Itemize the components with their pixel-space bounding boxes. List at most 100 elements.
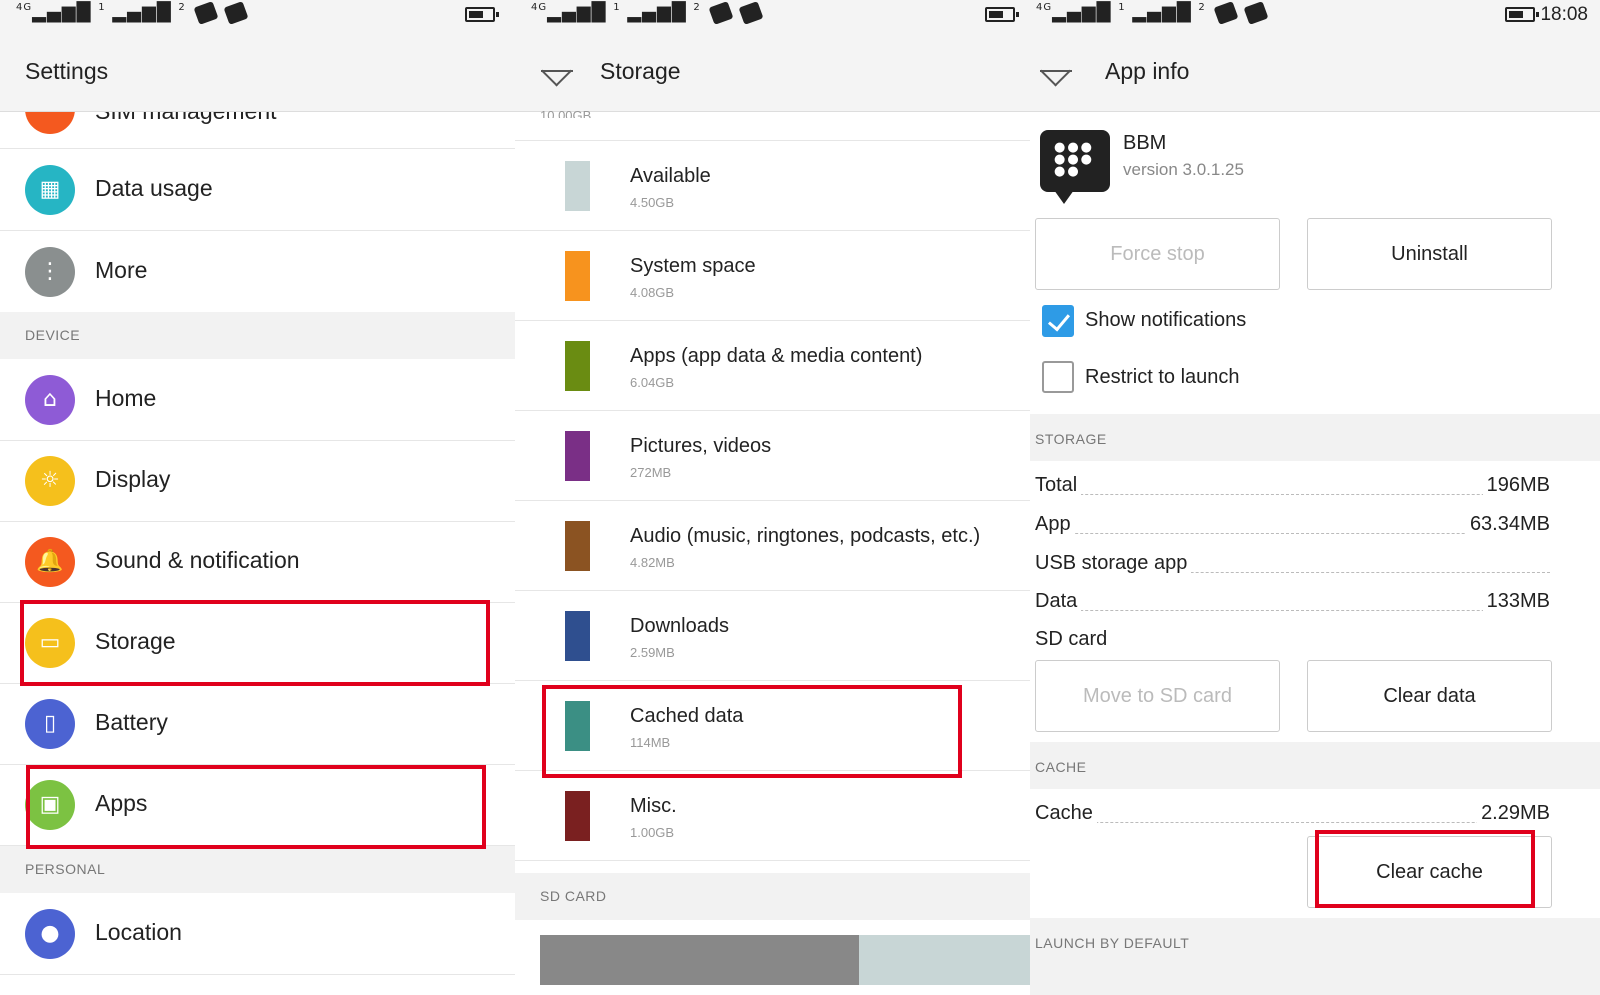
signal-icon: 4G▂▄▆█ 1 ▂▄▆█ 2 — [16, 1, 249, 25]
storage-item-size: 4.82MB — [630, 555, 675, 570]
back-arrow-icon[interactable] — [1038, 56, 1072, 86]
storage-row-app: App 63.34MB — [1035, 509, 1550, 541]
show-notifications-label: Show notifications — [1085, 309, 1247, 331]
sim-icon — [738, 1, 764, 25]
storage-row-value: 133MB — [1482, 590, 1550, 613]
restrict-launch-label: Restrict to launch — [1085, 366, 1240, 388]
storage-item-label: Misc. — [630, 795, 677, 817]
home-icon: ⌂ — [25, 375, 75, 425]
settings-item-label: Data usage — [95, 175, 213, 201]
storage-item-label: System space — [630, 255, 756, 277]
section-header-launch-by-default: LAUNCH BY DEFAULT — [1030, 918, 1600, 995]
cache-row-value: 2.29MB — [1477, 802, 1550, 825]
storage-item-size: 1.00GB — [630, 825, 675, 840]
sim-management-icon — [25, 112, 75, 134]
sim-icon — [193, 1, 219, 25]
storage-row-value: 63.34MB — [1465, 513, 1550, 536]
display-icon: ☼ — [25, 456, 75, 506]
storage-item-apps[interactable]: Apps (app data & media content) 6.04GB — [515, 321, 1030, 411]
section-header-device: DEVICE — [0, 312, 515, 359]
status-bar: 4G▂▄▆█ 1 ▂▄▆█ 2 — [515, 0, 1030, 30]
storage-item-system-space[interactable]: System space 4.08GB — [515, 231, 1030, 321]
storage-row-key: Total — [1035, 474, 1082, 497]
color-swatch — [565, 431, 590, 481]
signal-icon: 4G▂▄▆█ 1 ▂▄▆█ 2 — [1036, 1, 1269, 25]
storage-row-total: Total 196MB — [1035, 470, 1550, 502]
bell-icon: 🔔 — [25, 537, 75, 587]
storage-item-size: 4.08GB — [630, 285, 675, 300]
storage-row-sd-card: SD card — [1035, 624, 1550, 656]
location-icon: ● — [25, 909, 75, 959]
sd-card-usage-bar — [540, 935, 1030, 985]
app-bar: Storage — [515, 30, 1030, 112]
settings-item-label: Home — [95, 385, 157, 411]
uninstall-button[interactable]: Uninstall — [1307, 218, 1552, 290]
storage-item-label: Available — [630, 165, 711, 187]
section-header-personal: PERSONAL — [0, 846, 515, 893]
settings-item-label: Battery — [95, 709, 168, 735]
force-stop-button[interactable]: Force stop — [1035, 218, 1280, 290]
storage-item-audio[interactable]: Audio (music, ringtones, podcasts, etc.)… — [515, 501, 1030, 591]
settings-panel: 4G▂▄▆█ 1 ▂▄▆█ 2 Settings SIM management … — [0, 0, 515, 995]
storage-item-size: 2.59MB — [630, 645, 675, 660]
highlight-box — [542, 685, 962, 778]
battery-icon: ▯ — [25, 699, 75, 749]
battery-status-icon — [465, 7, 499, 22]
sim-icon — [1213, 1, 1239, 25]
settings-item-sound-notification[interactable]: 🔔 Sound & notification — [0, 521, 515, 603]
clear-data-button[interactable]: Clear data — [1307, 660, 1552, 732]
settings-item-label: SIM management — [95, 112, 277, 125]
color-swatch — [565, 161, 590, 211]
storage-item-label: Audio (music, ringtones, podcasts, etc.) — [630, 525, 981, 547]
storage-item-label: Pictures, videos — [630, 435, 772, 457]
storage-item-misc[interactable]: Misc. 1.00GB — [515, 771, 1030, 861]
restrict-launch-checkbox[interactable] — [1042, 361, 1074, 393]
storage-row-usb-storage-app: USB storage app — [1035, 548, 1550, 580]
settings-item-display[interactable]: ☼ Display — [0, 440, 515, 522]
data-usage-icon: ▦ — [25, 165, 75, 215]
more-icon: ⋮ — [25, 247, 75, 297]
settings-item-label: Sound & notification — [95, 547, 300, 573]
storage-item-label: Apps (app data & media content) — [630, 345, 923, 367]
signal-icon: 4G▂▄▆█ 1 ▂▄▆█ 2 — [531, 1, 764, 25]
storage-item-label: Downloads — [630, 615, 729, 637]
settings-item-location[interactable]: ● Location — [0, 893, 515, 975]
storage-item-available[interactable]: Available 4.50GB — [515, 141, 1030, 231]
storage-item-size: 4.50GB — [630, 195, 675, 210]
move-to-sd-card-button[interactable]: Move to SD card — [1035, 660, 1280, 732]
storage-item-downloads[interactable]: Downloads 2.59MB — [515, 591, 1030, 681]
back-arrow-icon[interactable] — [539, 56, 573, 86]
settings-item-home[interactable]: ⌂ Home — [0, 359, 515, 441]
total-size-label: 10.00GB — [540, 108, 592, 118]
settings-item-data-usage[interactable]: ▦ Data usage — [0, 149, 515, 231]
settings-item-battery[interactable]: ▯ Battery — [0, 683, 515, 765]
status-time: 18:08 — [1540, 4, 1588, 25]
app-version: version 3.0.1.25 — [1123, 160, 1244, 179]
highlight-box — [1315, 830, 1535, 908]
app-name: BBM — [1123, 132, 1167, 154]
storage-item-size: 6.04GB — [630, 375, 675, 390]
color-swatch — [565, 341, 590, 391]
battery-status-icon — [985, 7, 1019, 22]
highlight-box — [26, 765, 486, 849]
highlight-box — [20, 600, 490, 686]
bbm-app-icon: ●●● ●●● ●● — [1040, 130, 1110, 204]
storage-row-key: App — [1035, 513, 1075, 536]
sim-icon — [708, 1, 734, 25]
section-header-cache: CACHE — [1030, 742, 1600, 789]
storage-item-pictures-videos[interactable]: Pictures, videos 272MB — [515, 411, 1030, 501]
page-title: Settings — [25, 58, 109, 84]
usage-bar-fill — [540, 935, 859, 985]
storage-row-value: 196MB — [1482, 474, 1550, 497]
battery-status-icon — [1505, 7, 1539, 22]
color-swatch — [565, 251, 590, 301]
color-swatch — [565, 611, 590, 661]
section-header-storage: STORAGE — [1030, 414, 1600, 461]
page-title: App info — [1105, 58, 1190, 84]
app-info-panel: 4G▂▄▆█ 1 ▂▄▆█ 2 18:08 App info ●●● ●●● ●● … — [1030, 0, 1600, 995]
settings-item-label: More — [95, 257, 148, 283]
show-notifications-checkbox[interactable] — [1042, 305, 1074, 337]
sim-icon — [223, 1, 249, 25]
settings-item-sim-management[interactable]: SIM management — [0, 112, 515, 149]
settings-item-more[interactable]: ⋮ More — [0, 231, 515, 313]
